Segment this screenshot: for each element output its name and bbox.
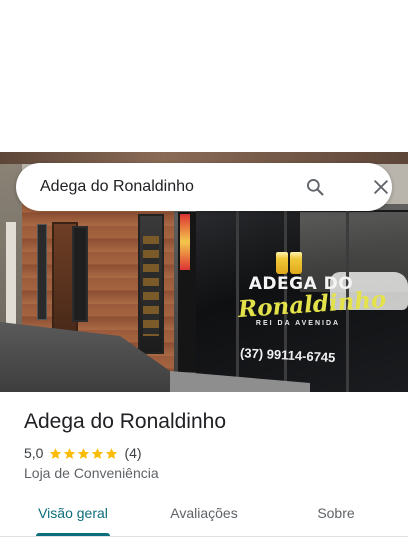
rating-stars: [49, 447, 119, 460]
close-icon[interactable]: [371, 177, 391, 197]
storefront-door-window: [72, 226, 88, 322]
rating-row[interactable]: 5,0 (4): [24, 444, 142, 462]
place-title: Adega do Ronaldinho: [24, 410, 227, 433]
place-page: ADEGA DO Ronaldinho REI DA AVENIDA (37) …: [0, 0, 408, 544]
rating-value: 5,0: [24, 445, 44, 461]
beer-mug-icon: [290, 252, 302, 274]
star-icon: [92, 447, 104, 459]
tab-reviews[interactable]: Avaliações: [164, 496, 244, 536]
sign-subtitle: REI DA AVENIDA: [255, 320, 341, 327]
review-count[interactable]: (4): [124, 445, 141, 461]
beer-mug-icon: [276, 252, 288, 274]
star-icon: [50, 447, 62, 459]
tabs-divider: [0, 536, 408, 537]
storefront-shelf: [138, 214, 164, 354]
place-category[interactable]: Loja de Conveniência: [24, 465, 159, 481]
star-icon: [78, 447, 90, 459]
search-icon[interactable]: [305, 177, 325, 197]
storefront-small-window: [37, 224, 47, 320]
star-icon: [106, 447, 118, 459]
tab-about[interactable]: Sobre: [310, 496, 362, 536]
star-icon: [64, 447, 76, 459]
search-box: [16, 163, 392, 211]
storefront-pillar: [6, 222, 16, 332]
place-tabs: Visão geral Avaliações Sobre: [0, 496, 408, 537]
search-input[interactable]: [40, 163, 290, 211]
storefront-sticker: [180, 214, 190, 270]
tab-overview[interactable]: Visão geral: [36, 496, 110, 536]
